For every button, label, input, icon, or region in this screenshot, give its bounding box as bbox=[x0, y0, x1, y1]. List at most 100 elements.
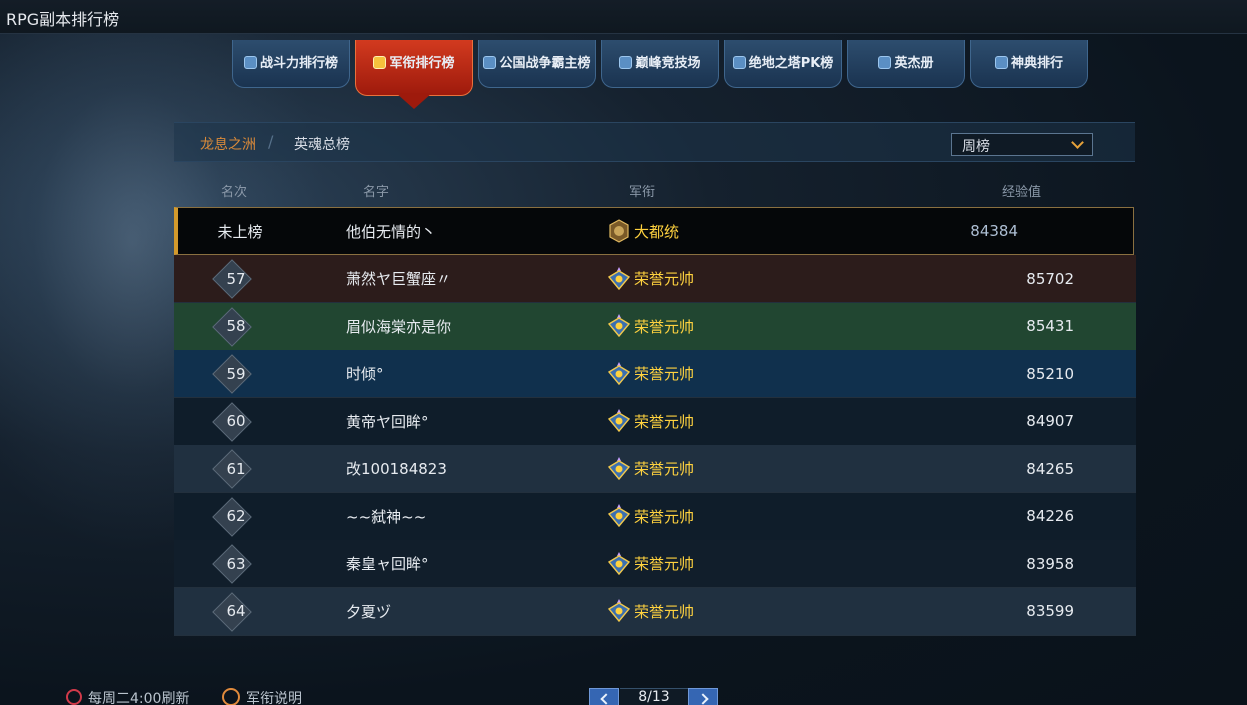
row-name: 夕夏ヅ bbox=[346, 602, 392, 621]
self-rank-row: 未上榜 他伯无情的丶 大都统 84384 bbox=[174, 207, 1134, 255]
row-title-text: 荣誉元帅 bbox=[634, 412, 695, 431]
tab-label: 神典排行 bbox=[1010, 56, 1063, 71]
table-row[interactable]: 57 萧然ヤ巨蟹座〃 荣誉元帅 85702 bbox=[174, 255, 1136, 303]
tab-label: 绝地之塔PK榜 bbox=[748, 56, 834, 71]
tab-heroes-book[interactable]: 英杰册 bbox=[847, 40, 965, 88]
marshal-medal-icon bbox=[608, 456, 630, 480]
tab-tower-pk[interactable]: 绝地之塔PK榜 bbox=[724, 40, 842, 88]
row-title-text: 荣誉元帅 bbox=[634, 317, 695, 336]
column-header-title: 军衔 bbox=[629, 185, 656, 200]
tab-combat-power[interactable]: 战斗力排行榜 bbox=[232, 40, 350, 88]
table-row[interactable]: 63 秦皇ャ回眸° 荣誉元帅 83958 bbox=[174, 540, 1136, 588]
table-row[interactable]: 62 ~~弑神~~ 荣誉元帅 84226 bbox=[174, 492, 1136, 541]
row-name: 萧然ヤ巨蟹座〃 bbox=[346, 270, 452, 288]
title-bar: RPG副本排行榜 bbox=[0, 0, 1247, 34]
tab-peak-arena[interactable]: 巅峰竞技场 bbox=[601, 40, 719, 88]
period-select-value: 周榜 bbox=[962, 139, 990, 155]
row-rank: 62 bbox=[212, 493, 258, 540]
row-rank: 64 bbox=[212, 588, 258, 635]
row-title-text: 荣誉元帅 bbox=[634, 602, 695, 621]
row-rank: 57 bbox=[212, 255, 258, 302]
self-name: 他伯无情的丶 bbox=[346, 222, 437, 241]
tab-military-rank[interactable]: 军衔排行榜 bbox=[355, 40, 473, 109]
self-exp: 84384 bbox=[970, 222, 1018, 240]
marshal-medal-icon bbox=[608, 504, 630, 528]
column-header-rank: 名次 bbox=[221, 185, 248, 200]
table-row[interactable]: 64 夕夏ヅ 荣誉元帅 83599 bbox=[174, 587, 1136, 636]
row-title: 荣誉元帅 bbox=[608, 255, 808, 302]
refresh-note: 每周二4:00刷新 bbox=[66, 688, 189, 705]
marshal-medal-icon bbox=[608, 266, 630, 290]
shield-icon bbox=[243, 56, 257, 69]
tab-divine-codex[interactable]: 神典排行 bbox=[970, 40, 1088, 88]
grand-commander-medal-icon bbox=[609, 219, 629, 243]
row-exp: 84226 bbox=[1026, 507, 1074, 525]
row-name: 改100184823 bbox=[346, 460, 447, 478]
row-title: 荣誉元帅 bbox=[608, 493, 808, 540]
row-title: 荣誉元帅 bbox=[608, 445, 808, 492]
row-title-text: 荣誉元帅 bbox=[634, 507, 695, 526]
row-title: 荣誉元帅 bbox=[608, 588, 808, 635]
breadcrumb-current: 英魂总榜 bbox=[294, 137, 350, 153]
self-title-text: 大都统 bbox=[634, 222, 680, 241]
row-exp: 85210 bbox=[1026, 364, 1074, 383]
column-header-exp: 经验值 bbox=[1002, 185, 1042, 200]
prev-page-button[interactable] bbox=[589, 688, 619, 705]
tab-label: 公国战争霸主榜 bbox=[499, 56, 591, 71]
book-icon bbox=[994, 56, 1008, 69]
page-indicator: 8/13 bbox=[620, 688, 688, 705]
breadcrumb-region-link[interactable]: 龙息之洲 bbox=[200, 134, 256, 154]
row-title: 荣誉元帅 bbox=[608, 540, 808, 587]
badge-icon bbox=[373, 56, 387, 69]
row-rank: 60 bbox=[212, 398, 258, 445]
table-row[interactable]: 58 眉似海棠亦是你 荣誉元帅 85431 bbox=[174, 302, 1136, 351]
row-title-text: 荣誉元帅 bbox=[634, 460, 695, 478]
book-icon bbox=[878, 56, 892, 69]
row-title: 荣誉元帅 bbox=[608, 303, 808, 350]
row-rank: 63 bbox=[212, 540, 258, 587]
footer: 每周二4:00刷新 军衔说明 8/13 bbox=[0, 688, 1247, 705]
row-exp: 85702 bbox=[1026, 269, 1074, 288]
row-exp: 84265 bbox=[1026, 459, 1074, 478]
row-title-text: 荣誉元帅 bbox=[634, 365, 695, 383]
next-page-button[interactable] bbox=[688, 688, 718, 705]
table-row[interactable]: 59 时倾° 荣誉元帅 85210 bbox=[174, 350, 1136, 398]
row-rank: 59 bbox=[212, 350, 258, 397]
wings-icon bbox=[732, 56, 746, 69]
marshal-medal-icon bbox=[608, 599, 630, 623]
shield-icon bbox=[483, 56, 497, 69]
row-title-text: 荣誉元帅 bbox=[634, 270, 695, 288]
marshal-medal-icon bbox=[608, 361, 630, 385]
table-row[interactable]: 61 改100184823 荣誉元帅 84265 bbox=[174, 445, 1136, 493]
self-title: 大都统 bbox=[608, 208, 808, 254]
row-name: 秦皇ャ回眸° bbox=[346, 555, 429, 573]
row-exp: 83599 bbox=[1026, 602, 1074, 620]
window-title: RPG副本排行榜 bbox=[6, 10, 120, 29]
tab-label: 军衔排行榜 bbox=[389, 56, 455, 71]
column-header-name: 名字 bbox=[363, 185, 390, 200]
row-title-text: 荣誉元帅 bbox=[634, 555, 695, 573]
table-header: 名次 名字 军衔 经验值 bbox=[174, 181, 1135, 201]
chevron-down-icon bbox=[1071, 136, 1084, 149]
breadcrumb-separator: / bbox=[268, 132, 274, 151]
tab-duchy-war[interactable]: 公国战争霸主榜 bbox=[478, 40, 596, 88]
row-name: ~~弑神~~ bbox=[346, 507, 427, 526]
row-rank: 61 bbox=[212, 445, 258, 492]
crossed-swords-icon bbox=[619, 56, 633, 69]
alert-icon bbox=[66, 689, 82, 705]
tab-label: 战斗力排行榜 bbox=[259, 56, 338, 71]
row-exp: 84907 bbox=[1026, 412, 1074, 430]
self-rank: 未上榜 bbox=[217, 222, 263, 241]
row-name: 黄帝ヤ回眸° bbox=[346, 412, 429, 431]
table-row[interactable]: 60 黄帝ヤ回眸° 荣誉元帅 84907 bbox=[174, 397, 1136, 446]
marshal-medal-icon bbox=[608, 551, 630, 575]
tab-label: 巅峰竞技场 bbox=[635, 56, 701, 71]
row-rank: 58 bbox=[212, 303, 258, 350]
breadcrumb: 龙息之洲 / 英魂总榜 周榜 bbox=[174, 122, 1135, 162]
period-select[interactable]: 周榜 bbox=[951, 133, 1093, 156]
help-icon bbox=[222, 688, 240, 705]
row-name: 时倾° bbox=[346, 365, 384, 383]
marshal-medal-icon bbox=[608, 409, 630, 433]
rank-help-link[interactable]: 军衔说明 bbox=[222, 688, 302, 705]
marshal-medal-icon bbox=[608, 314, 630, 338]
